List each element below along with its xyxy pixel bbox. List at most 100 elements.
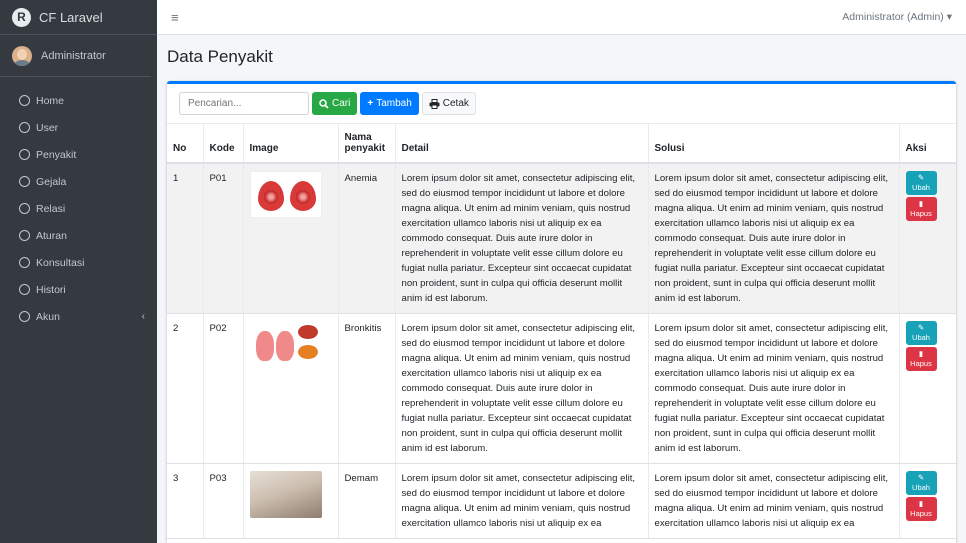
disease-table: No Kode Image Nama penyakit Detail Solus… [167, 124, 956, 539]
cell-no: 2 [167, 313, 204, 464]
sidebar-item-label: Histori [36, 283, 66, 296]
circle-icon [19, 257, 30, 268]
sidebar-item-gejala[interactable]: Gejala [0, 168, 157, 195]
cell-nama: Bronkitis [338, 313, 396, 464]
search-button-label: Cari [332, 98, 351, 109]
hamburger-icon[interactable]: ≡ [171, 10, 179, 25]
table-row: 1 P01 Anemia Lorem ipsum dolor sit amet,… [167, 163, 956, 314]
lung-icon [275, 331, 294, 361]
cell-image [243, 313, 339, 464]
cell-aksi: ✎ Ubah ▮ Hapus [899, 163, 956, 314]
delete-button-label: Hapus [910, 209, 932, 218]
delete-button[interactable]: ▮ Hapus [905, 347, 937, 371]
user-menu-dropdown[interactable]: Administrator (Admin) ▾ [842, 11, 952, 23]
sidebar-item-label: Home [36, 94, 65, 107]
cell-kode: P03 [203, 463, 244, 539]
cell-no: 1 [167, 163, 204, 314]
sidebar-item-relasi[interactable]: Relasi [0, 195, 157, 222]
cell-detail: Lorem ipsum dolor sit amet, consectetur … [395, 313, 649, 464]
user-menu-label: Administrator (Admin) [842, 11, 944, 23]
lung-icon [255, 331, 274, 361]
sidebar-item-label: Gejala [36, 175, 67, 188]
delete-button-label: Hapus [910, 359, 932, 368]
cell-detail: Lorem ipsum dolor sit amet, consectetur … [395, 163, 649, 314]
data-card: Cari + Tambah Cetak No Kode Image Nama p… [167, 81, 956, 543]
circle-icon [19, 230, 30, 241]
circle-icon [19, 311, 30, 322]
circle-icon [19, 176, 30, 187]
delete-button[interactable]: ▮ Hapus [905, 497, 937, 521]
sidebar-item-home[interactable]: Home [0, 87, 157, 114]
edit-icon: ✎ [917, 323, 925, 332]
sidebar-nav: Home User Penyakit Gejala Relasi Aturan … [0, 87, 157, 330]
blood-drop-icon [289, 181, 316, 211]
cell-kode: P02 [203, 313, 244, 464]
chevron-left-icon: ‹ [141, 311, 145, 322]
cell-no: 3 [167, 463, 204, 539]
sidebar-item-akun[interactable]: Akun ‹ [0, 303, 157, 330]
sidebar-item-konsultasi[interactable]: Konsultasi [0, 249, 157, 276]
trash-icon: ▮ [918, 199, 924, 208]
delete-button-label: Hapus [910, 509, 932, 518]
trash-icon: ▮ [918, 499, 924, 508]
edit-button[interactable]: ✎ Ubah [905, 321, 937, 345]
sidebar-item-label: User [36, 121, 59, 134]
table-row: 3 P03 Demam Lorem ipsum dolor sit amet, … [167, 463, 956, 539]
header-detail: Detail [395, 124, 649, 164]
edit-button[interactable]: ✎ Ubah [905, 471, 937, 495]
add-button[interactable]: + Tambah [360, 92, 419, 115]
user-panel[interactable]: Administrator [0, 35, 151, 77]
sidebar-item-label: Relasi [36, 202, 66, 215]
sidebar-item-label: Konsultasi [36, 256, 85, 269]
header-nama: Nama penyakit [338, 124, 396, 164]
edit-button[interactable]: ✎ Ubah [905, 171, 937, 195]
search-icon [319, 98, 329, 109]
edit-button-label: Ubah [912, 333, 930, 342]
caret-down-icon: ▾ [946, 11, 952, 23]
sidebar-item-aturan[interactable]: Aturan [0, 222, 157, 249]
plus-icon: + [367, 98, 374, 109]
topbar: ≡ Administrator (Admin) ▾ [157, 0, 966, 35]
anemia-image [249, 171, 322, 218]
user-name: Administrator [41, 49, 106, 62]
cell-solusi: Lorem ipsum dolor sit amet, consectetur … [648, 163, 900, 314]
avatar [12, 45, 32, 66]
bronchus-detail-icon [297, 325, 318, 339]
edit-icon: ✎ [917, 473, 925, 482]
edit-button-label: Ubah [912, 483, 930, 492]
circle-icon [19, 122, 30, 133]
brand-link[interactable]: R CF Laravel [0, 0, 157, 35]
brand-title: CF Laravel [39, 9, 103, 25]
sidebar-item-user[interactable]: User [0, 114, 157, 141]
delete-button[interactable]: ▮ Hapus [905, 197, 937, 221]
cell-nama: Anemia [338, 163, 396, 314]
print-button-label: Cetak [442, 98, 469, 109]
cell-solusi: Lorem ipsum dolor sit amet, consectetur … [648, 313, 900, 464]
sidebar-item-label: Penyakit [36, 148, 77, 161]
print-button[interactable]: Cetak [421, 92, 476, 115]
add-button-label: Tambah [376, 98, 412, 109]
bronkitis-image [249, 321, 322, 368]
header-aksi: Aksi [899, 124, 956, 164]
sidebar-item-penyakit[interactable]: Penyakit [0, 141, 157, 168]
table-row: 2 P02 Bronkitis Lorem ipsum dolor sit am… [167, 313, 956, 464]
circle-icon [19, 95, 30, 106]
search-button[interactable]: Cari [312, 92, 358, 115]
header-kode: Kode [203, 124, 244, 164]
circle-icon [19, 284, 30, 295]
bronchus-detail-icon [297, 345, 318, 359]
sidebar-item-histori[interactable]: Histori [0, 276, 157, 303]
trash-icon: ▮ [918, 349, 924, 358]
circle-icon [19, 203, 30, 214]
cell-solusi: Lorem ipsum dolor sit amet, consectetur … [648, 463, 900, 539]
header-image: Image [243, 124, 339, 164]
search-input[interactable] [179, 92, 309, 115]
header-solusi: Solusi [648, 124, 900, 164]
table-header-row: No Kode Image Nama penyakit Detail Solus… [167, 124, 956, 164]
edit-icon: ✎ [917, 173, 925, 182]
cell-kode: P01 [203, 163, 244, 314]
page-title: Data Penyakit [167, 47, 273, 66]
header-no: No [167, 124, 204, 164]
edit-button-label: Ubah [912, 183, 930, 192]
main-content: Data Penyakit Cari + Tambah Cetak [157, 36, 966, 543]
